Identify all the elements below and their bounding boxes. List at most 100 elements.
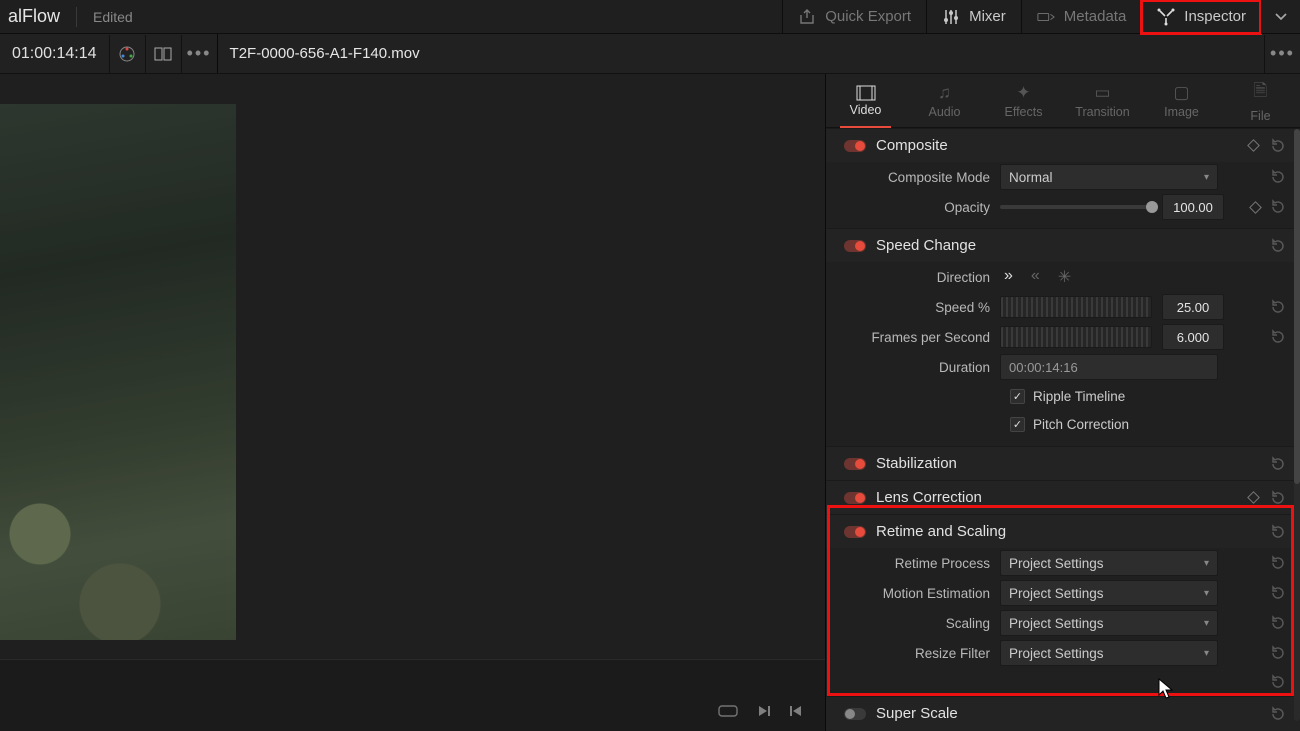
fps-scrubber[interactable] — [1000, 326, 1152, 348]
section-lens-correction[interactable]: Lens Correction — [826, 480, 1300, 514]
sub-bar: 01:00:14:14 ••• T2F-0000-656-A1-F140.mov… — [0, 34, 1300, 74]
reset-icon[interactable] — [1270, 299, 1286, 315]
chevron-down-icon: ▾ — [1204, 618, 1209, 629]
reset-icon[interactable] — [1270, 456, 1286, 472]
keyframe-icon[interactable] — [1249, 201, 1262, 214]
direction-forward-button[interactable]: » — [1004, 267, 1013, 287]
retime-toggle[interactable] — [844, 526, 866, 538]
keyframe-icon[interactable] — [1247, 139, 1260, 152]
pitch-checkbox[interactable]: ✓ — [1010, 417, 1025, 432]
section-retime-scaling[interactable]: Retime and Scaling — [826, 514, 1300, 548]
duration-field[interactable]: 00:00:14:16 — [1000, 354, 1218, 380]
section-super-scale[interactable]: Super Scale — [826, 696, 1300, 730]
colorwheel-icon — [118, 45, 136, 63]
reset-icon[interactable] — [1270, 706, 1286, 722]
inspector-icon — [1157, 8, 1175, 26]
reset-icon[interactable] — [1270, 490, 1286, 506]
inspector-scrollbar[interactable] — [1294, 129, 1300, 721]
reset-icon[interactable] — [1270, 329, 1286, 345]
pitch-row: ✓ Pitch Correction — [826, 410, 1300, 438]
section-stabilization[interactable]: Stabilization — [826, 446, 1300, 480]
section-speed-change[interactable]: Speed Change — [826, 228, 1300, 262]
mixer-icon — [942, 8, 960, 26]
colorwheel-button[interactable] — [109, 35, 145, 73]
direction-reverse-button[interactable]: « — [1031, 267, 1040, 287]
tab-effects[interactable]: ✦ Effects — [984, 74, 1063, 127]
dualview-button[interactable] — [145, 35, 181, 73]
expand-panel-button[interactable] — [1261, 0, 1300, 34]
stabilization-toggle[interactable] — [844, 458, 866, 470]
composite-mode-row: Composite Mode Normal ▾ — [826, 162, 1300, 192]
scaling-dropdown[interactable]: Project Settings▾ — [1000, 610, 1218, 636]
keyframe-icon[interactable] — [1247, 491, 1260, 504]
reset-icon[interactable] — [1270, 138, 1286, 154]
reset-icon[interactable] — [1270, 645, 1286, 661]
loop-button[interactable] — [717, 703, 739, 719]
transport-controls — [0, 695, 825, 731]
tab-file[interactable]: 🗎 File — [1221, 74, 1300, 127]
metadata-button[interactable]: Metadata — [1021, 0, 1142, 34]
tab-image[interactable]: ▢ Image — [1142, 74, 1221, 127]
viewer-canvas[interactable] — [0, 74, 825, 659]
viewer-timecode[interactable]: 01:00:14:14 — [0, 45, 109, 63]
document-status: Edited — [93, 9, 133, 25]
fps-field[interactable]: 6.000 — [1162, 324, 1224, 350]
inspector-tabs: Video ♫ Audio ✦ Effects ▭ Transition ▢ I… — [826, 74, 1300, 128]
inspector-button[interactable]: Inspector — [1141, 0, 1261, 34]
export-icon — [798, 8, 816, 26]
inspector-body: Composite Composite Mode Normal ▾ Opacit… — [826, 128, 1300, 731]
speed-field[interactable]: 25.00 — [1162, 294, 1224, 320]
wand-icon: ✦ — [1016, 83, 1030, 103]
retime-blank-row — [826, 668, 1300, 696]
quick-export-button[interactable]: Quick Export — [782, 0, 926, 34]
transition-icon: ▭ — [1094, 83, 1110, 103]
direction-freeze-button[interactable]: ✳ — [1058, 267, 1071, 287]
superscale-toggle[interactable] — [844, 708, 866, 720]
composite-toggle[interactable] — [844, 140, 866, 152]
dots-icon: ••• — [1270, 43, 1295, 64]
next-button[interactable] — [757, 704, 771, 718]
retime-process-dropdown[interactable]: Project Settings▾ — [1000, 550, 1218, 576]
opacity-field[interactable]: 100.00 — [1162, 194, 1224, 220]
reset-icon[interactable] — [1270, 238, 1286, 254]
viewer-timeline[interactable] — [0, 659, 825, 687]
lens-toggle[interactable] — [844, 492, 866, 504]
reset-icon[interactable] — [1270, 674, 1286, 690]
opacity-slider[interactable] — [1000, 205, 1152, 209]
speed-pct-row: Speed % 25.00 — [826, 292, 1300, 322]
image-icon: ▢ — [1173, 83, 1189, 103]
section-composite[interactable]: Composite — [826, 128, 1300, 162]
reset-icon[interactable] — [1270, 524, 1286, 540]
reset-icon[interactable] — [1270, 585, 1286, 601]
chevron-down-icon — [1272, 8, 1290, 26]
direction-row: Direction » « ✳ — [826, 262, 1300, 292]
prev-button[interactable] — [789, 704, 803, 718]
reset-icon[interactable] — [1270, 199, 1286, 215]
reset-icon[interactable] — [1270, 615, 1286, 631]
speed-scrubber[interactable] — [1000, 296, 1152, 318]
ripple-checkbox[interactable]: ✓ — [1010, 389, 1025, 404]
video-frame — [0, 104, 236, 640]
chevron-down-icon: ▾ — [1204, 558, 1209, 569]
clip-name: T2F-0000-656-A1-F140.mov — [218, 45, 1264, 62]
resize-filter-row: Resize Filter Project Settings▾ — [826, 638, 1300, 668]
inspector-options-button[interactable]: ••• — [1264, 35, 1300, 73]
motion-estimation-dropdown[interactable]: Project Settings▾ — [1000, 580, 1218, 606]
tab-audio[interactable]: ♫ Audio — [905, 74, 984, 127]
resize-filter-dropdown[interactable]: Project Settings▾ — [1000, 640, 1218, 666]
speed-toggle[interactable] — [844, 240, 866, 252]
metadata-icon — [1037, 8, 1055, 26]
tab-transition[interactable]: ▭ Transition — [1063, 74, 1142, 127]
reset-icon[interactable] — [1270, 555, 1286, 571]
viewer-options-button[interactable]: ••• — [181, 35, 217, 73]
chevron-down-icon: ▾ — [1204, 648, 1209, 659]
music-note-icon: ♫ — [938, 83, 951, 103]
motion-estimation-row: Motion Estimation Project Settings▾ — [826, 578, 1300, 608]
tab-video[interactable]: Video — [826, 74, 905, 127]
mixer-button[interactable]: Mixer — [926, 0, 1021, 34]
opacity-row: Opacity 100.00 — [826, 192, 1300, 222]
film-icon — [856, 85, 876, 101]
composite-mode-dropdown[interactable]: Normal ▾ — [1000, 164, 1218, 190]
reset-icon[interactable] — [1270, 169, 1286, 185]
chevron-down-icon: ▾ — [1204, 172, 1209, 183]
